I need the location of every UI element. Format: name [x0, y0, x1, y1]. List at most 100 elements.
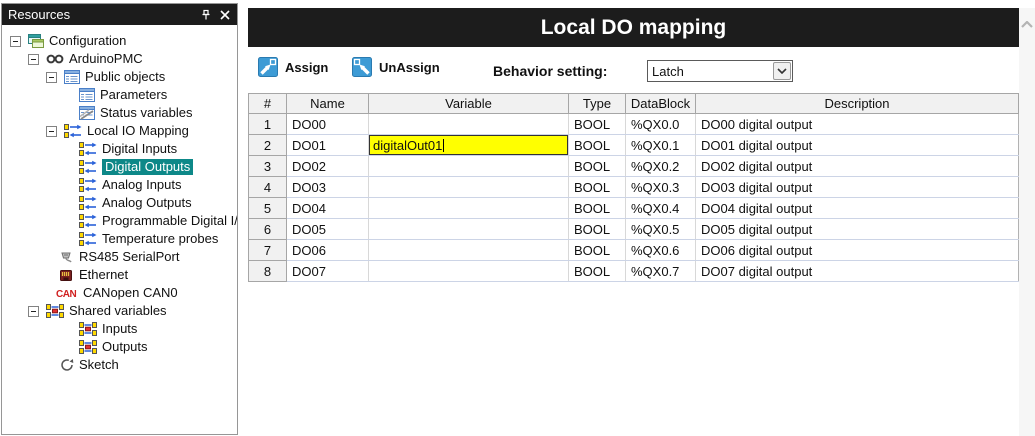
description-cell[interactable]: DO01 digital output [696, 135, 1019, 156]
sidebar-item-shared-variables[interactable]: Shared variables [2, 302, 237, 320]
datablock-cell: %QX0.4 [626, 198, 696, 219]
sidebar-item-inputs[interactable]: Inputs [2, 320, 237, 338]
ethernet-icon [58, 269, 74, 282]
col-header-num: # [249, 94, 287, 114]
row-number: 3 [249, 156, 287, 177]
row-number: 7 [249, 240, 287, 261]
list-icon [79, 88, 95, 102]
sidebar-item-local-io-mapping[interactable]: Local IO Mapping [2, 122, 237, 140]
variable-cell[interactable] [369, 198, 569, 219]
row-number: 1 [249, 114, 287, 135]
sidebar-item-rs485-serialport[interactable]: RS485 SerialPort [2, 248, 237, 266]
sidebar-item-ethernet[interactable]: Ethernet [2, 266, 237, 284]
description-cell[interactable]: DO06 digital output [696, 240, 1019, 261]
io-mapping-icon [79, 142, 97, 156]
pin-icon [200, 9, 212, 21]
collapse-icon[interactable] [10, 36, 21, 47]
resources-title: Resources [8, 7, 195, 22]
name-cell: DO02 [287, 156, 369, 177]
unassign-button[interactable]: UnAssign [352, 57, 440, 77]
io-mapping-icon [79, 160, 97, 174]
col-header-type: Type [569, 94, 626, 114]
do-mapping-table: # Name Variable Type DataBlock Descripti… [248, 93, 1019, 282]
scroll-up-icon[interactable] [1021, 21, 1033, 28]
variable-cell[interactable] [369, 261, 569, 282]
collapse-icon[interactable] [46, 126, 57, 137]
sidebar-item-arduinopmc[interactable]: ArduinoPMC [2, 50, 237, 68]
variable-cell[interactable] [369, 177, 569, 198]
datablock-cell: %QX0.5 [626, 219, 696, 240]
serial-port-icon [58, 250, 74, 264]
sketch-icon [60, 358, 74, 372]
sidebar-item-parameters[interactable]: Parameters [2, 86, 237, 104]
variable-cell[interactable] [369, 114, 569, 135]
close-icon [220, 10, 230, 20]
sidebar-item-analog-outputs[interactable]: Analog Outputs [2, 194, 237, 212]
variable-cell[interactable] [369, 219, 569, 240]
list-icon [64, 70, 80, 84]
variable-cell[interactable] [369, 240, 569, 261]
sidebar-item-digital-inputs[interactable]: Digital Inputs [2, 140, 237, 158]
arduino-icon [46, 54, 64, 64]
assign-button[interactable]: Assign [258, 57, 328, 77]
table-header-row: # Name Variable Type DataBlock Descripti… [249, 94, 1019, 114]
collapse-icon[interactable] [28, 54, 39, 65]
row-number: 2 [249, 135, 287, 156]
row-number: 5 [249, 198, 287, 219]
table-row: 4 DO03 BOOL %QX0.3 DO03 digital output [249, 177, 1019, 198]
sidebar-item-public-objects[interactable]: Public objects [2, 68, 237, 86]
behavior-dropdown[interactable]: Latch [647, 60, 793, 82]
datablock-cell: %QX0.2 [626, 156, 696, 177]
name-cell: DO06 [287, 240, 369, 261]
variable-edit-text: digitalOut01 [373, 138, 442, 153]
sidebar-item-status-variables[interactable]: Status variables [2, 104, 237, 122]
unassign-icon [352, 57, 372, 77]
variable-cell[interactable] [369, 156, 569, 177]
col-header-description: Description [696, 94, 1019, 114]
description-cell[interactable]: DO03 digital output [696, 177, 1019, 198]
sidebar-item-outputs[interactable]: Outputs [2, 338, 237, 356]
close-button[interactable] [216, 7, 233, 23]
sidebar-item-analog-inputs[interactable]: Analog Inputs [2, 176, 237, 194]
sidebar-item-programmable-digital-io[interactable]: Programmable Digital I/O [2, 212, 237, 230]
shared-variables-icon [46, 304, 64, 318]
datablock-cell: %QX0.7 [626, 261, 696, 282]
table-row: 7 DO06 BOOL %QX0.6 DO06 digital output [249, 240, 1019, 261]
description-cell[interactable]: DO00 digital output [696, 114, 1019, 135]
text-caret [443, 139, 444, 152]
assign-icon [258, 57, 278, 77]
description-cell[interactable]: DO02 digital output [696, 156, 1019, 177]
assign-button-label: Assign [285, 60, 328, 75]
col-header-variable: Variable [369, 94, 569, 114]
name-cell: DO03 [287, 177, 369, 198]
configuration-icon [28, 34, 44, 48]
app-window: Resources Configuration ArduinoPMC Publi… [0, 0, 1035, 436]
sidebar-item-configuration[interactable]: Configuration [2, 32, 237, 50]
sidebar-item-canopen-can0[interactable]: CANopen CAN0 [2, 284, 237, 302]
type-cell: BOOL [569, 114, 626, 135]
type-cell: BOOL [569, 156, 626, 177]
sidebar-item-sketch[interactable]: Sketch [2, 356, 237, 374]
description-cell[interactable]: DO05 digital output [696, 219, 1019, 240]
collapse-icon[interactable] [28, 306, 39, 317]
vertical-scrollbar[interactable] [1019, 8, 1035, 436]
type-cell: BOOL [569, 219, 626, 240]
description-cell[interactable]: DO07 digital output [696, 261, 1019, 282]
row-number: 8 [249, 261, 287, 282]
io-mapping-icon [79, 232, 97, 246]
dropdown-arrow-button[interactable] [773, 62, 791, 80]
collapse-icon[interactable] [46, 72, 57, 83]
name-cell: DO00 [287, 114, 369, 135]
variable-cell[interactable]: digitalOut01 [369, 135, 569, 156]
name-cell: DO05 [287, 219, 369, 240]
type-cell: BOOL [569, 240, 626, 261]
sidebar-item-digital-outputs[interactable]: Digital Outputs [2, 158, 237, 176]
pin-button[interactable] [197, 7, 214, 23]
shared-variables-icon [79, 340, 97, 354]
behavior-setting-label: Behavior setting: [493, 63, 607, 79]
description-cell[interactable]: DO04 digital output [696, 198, 1019, 219]
sidebar-item-temperature-probes[interactable]: Temperature probes [2, 230, 237, 248]
datablock-cell: %QX0.0 [626, 114, 696, 135]
variable-edit-input[interactable]: digitalOut01 [369, 135, 568, 155]
type-cell: BOOL [569, 177, 626, 198]
